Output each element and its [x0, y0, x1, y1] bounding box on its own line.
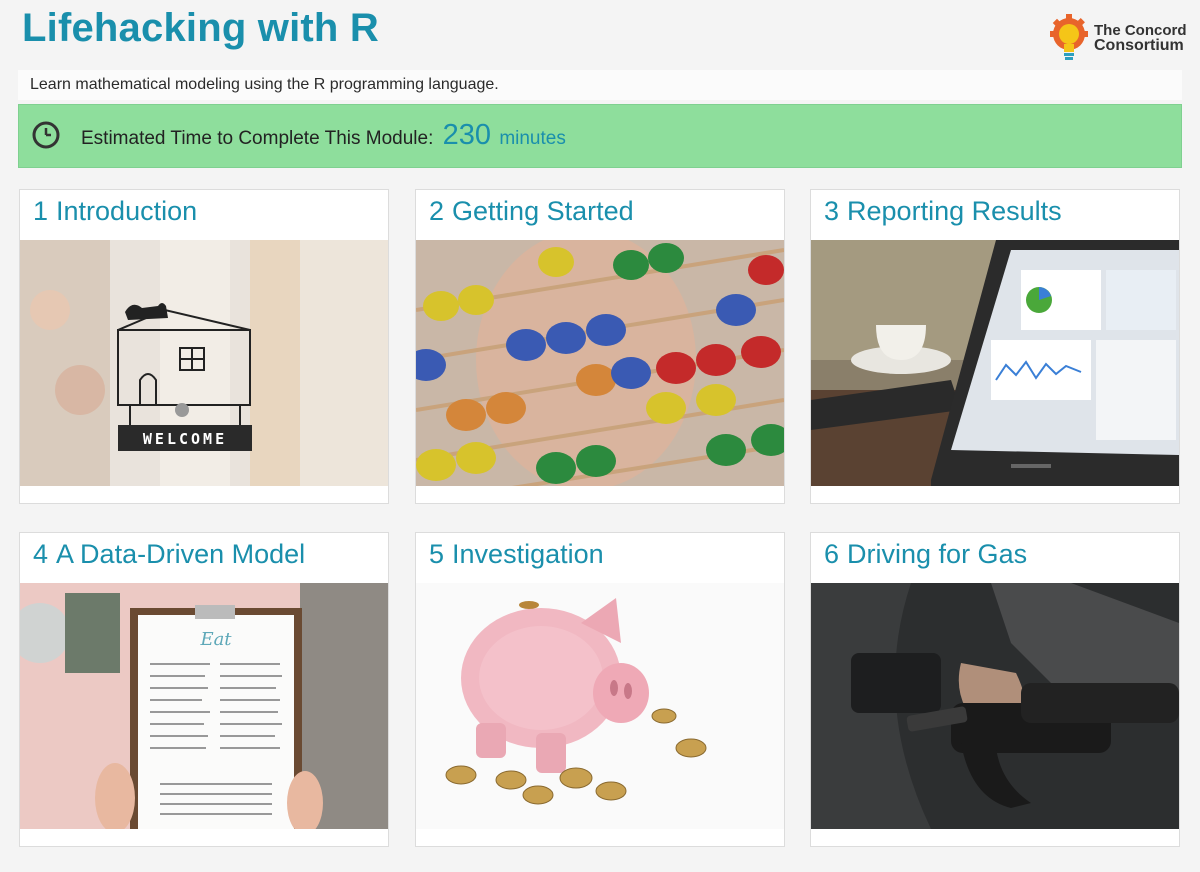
- welcome-sign-text: WELCOME: [143, 430, 227, 448]
- time-value: 230: [442, 119, 492, 151]
- tablet-dashboard-image[interactable]: [811, 240, 1179, 486]
- time-estimate-banner: Estimated Time to Complete This Module: …: [18, 104, 1182, 168]
- module-card-driving-for-gas[interactable]: 6 Driving for Gas: [810, 532, 1180, 847]
- module-title[interactable]: 6 Driving for Gas: [824, 539, 1027, 570]
- piggy-bank-image[interactable]: [416, 583, 784, 829]
- logo-line2: Consortium: [1094, 37, 1184, 54]
- page-title: Lifehacking with R: [22, 6, 379, 50]
- gas-pump-image[interactable]: [811, 583, 1179, 829]
- clock-icon: [32, 121, 60, 149]
- concord-logo[interactable]: The Concord Consortium: [1048, 14, 1187, 62]
- module-card-data-driven-model[interactable]: 4A Data-Driven Model Eat: [19, 532, 389, 847]
- module-description: Learn mathematical modeling using the R …: [30, 76, 499, 93]
- welcome-sign-image[interactable]: WELCOME: [20, 240, 388, 486]
- module-card-investigation[interactable]: 5 Investigation: [415, 532, 785, 847]
- time-unit: minutes: [499, 128, 566, 149]
- module-card-introduction[interactable]: 1 Introduction WELCOME: [19, 189, 389, 504]
- logo-line1: The Concord: [1094, 22, 1187, 39]
- time-label: Estimated Time to Complete This Module:: [81, 128, 434, 149]
- subtitle-bar: Learn mathematical modeling using the R …: [18, 70, 1182, 100]
- menu-heading: Eat: [199, 629, 232, 650]
- module-title[interactable]: 1 Introduction: [33, 196, 197, 227]
- module-card-reporting-results[interactable]: 3 Reporting Results: [810, 189, 1180, 504]
- module-title[interactable]: 4A Data-Driven Model: [33, 539, 305, 570]
- module-title[interactable]: 2 Getting Started: [429, 196, 634, 227]
- abacus-image[interactable]: [416, 240, 784, 486]
- lightbulb-gear-icon: [1050, 14, 1088, 60]
- module-card-getting-started[interactable]: 2 Getting Started: [415, 189, 785, 504]
- module-title[interactable]: 3 Reporting Results: [824, 196, 1062, 227]
- menu-image[interactable]: Eat: [20, 583, 388, 829]
- module-title[interactable]: 5 Investigation: [429, 539, 604, 570]
